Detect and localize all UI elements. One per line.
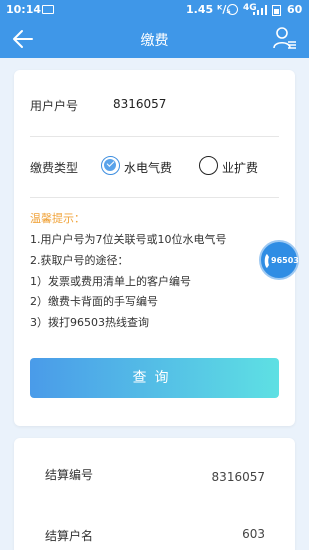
battery-icon bbox=[272, 5, 281, 16]
account-label: 用户户号 bbox=[30, 99, 79, 113]
signal-icon bbox=[253, 5, 267, 15]
battery-level: 60 bbox=[287, 3, 303, 16]
mail-icon bbox=[42, 5, 54, 14]
divider bbox=[30, 197, 279, 198]
hotline-number: 96503 bbox=[271, 256, 299, 265]
tip-line: 1.用户户号为7位关联号或10位水电气号 bbox=[30, 233, 227, 246]
result-card: 结算编号 8316057 结算户名 603 bbox=[14, 438, 295, 550]
settlement-number-label: 结算编号 bbox=[45, 468, 94, 482]
settlement-number-value: 8316057 bbox=[211, 470, 265, 484]
user-list-icon[interactable] bbox=[273, 26, 297, 50]
hotline-call-button[interactable]: 96503 bbox=[259, 240, 299, 280]
status-bar: 10:14 1.45 ᴷ/ₛ 4G 60 bbox=[0, 0, 309, 20]
account-input[interactable]: 8316057 bbox=[113, 97, 166, 111]
settlement-name-label: 结算户名 bbox=[45, 529, 94, 543]
settlement-name-value: 603 bbox=[242, 527, 265, 541]
status-time: 10:14 bbox=[6, 3, 42, 16]
tips-title: 温馨提示： bbox=[30, 212, 85, 225]
tip-line: 2.获取户号的途径： bbox=[30, 254, 129, 267]
tip-line: 2）缴费卡背面的手写编号 bbox=[30, 295, 158, 308]
payment-form-card: 用户户号 8316057 缴费类型 水电气费 业扩费 温馨提示： 1.用户户号为… bbox=[14, 70, 295, 426]
tip-line: 1）发票或费用清单上的客户编号 bbox=[30, 275, 191, 288]
option-utility-label[interactable]: 水电气费 bbox=[124, 159, 172, 176]
alarm-icon bbox=[227, 4, 238, 15]
tip-line: 3）拨打96503热线查询 bbox=[30, 316, 149, 329]
payment-type-label: 缴费类型 bbox=[30, 161, 79, 175]
network-speed: 1.45 ᴷ/ₛ bbox=[186, 3, 231, 16]
page-title: 缴费 bbox=[140, 33, 169, 49]
option-expansion-label[interactable]: 业扩费 bbox=[222, 159, 258, 176]
query-button[interactable]: 查询 bbox=[30, 358, 279, 398]
divider bbox=[30, 136, 279, 137]
title-bar: 缴费 bbox=[0, 20, 309, 58]
radio-utility-checked-icon[interactable] bbox=[101, 156, 120, 175]
radio-expansion-icon[interactable] bbox=[199, 156, 218, 175]
